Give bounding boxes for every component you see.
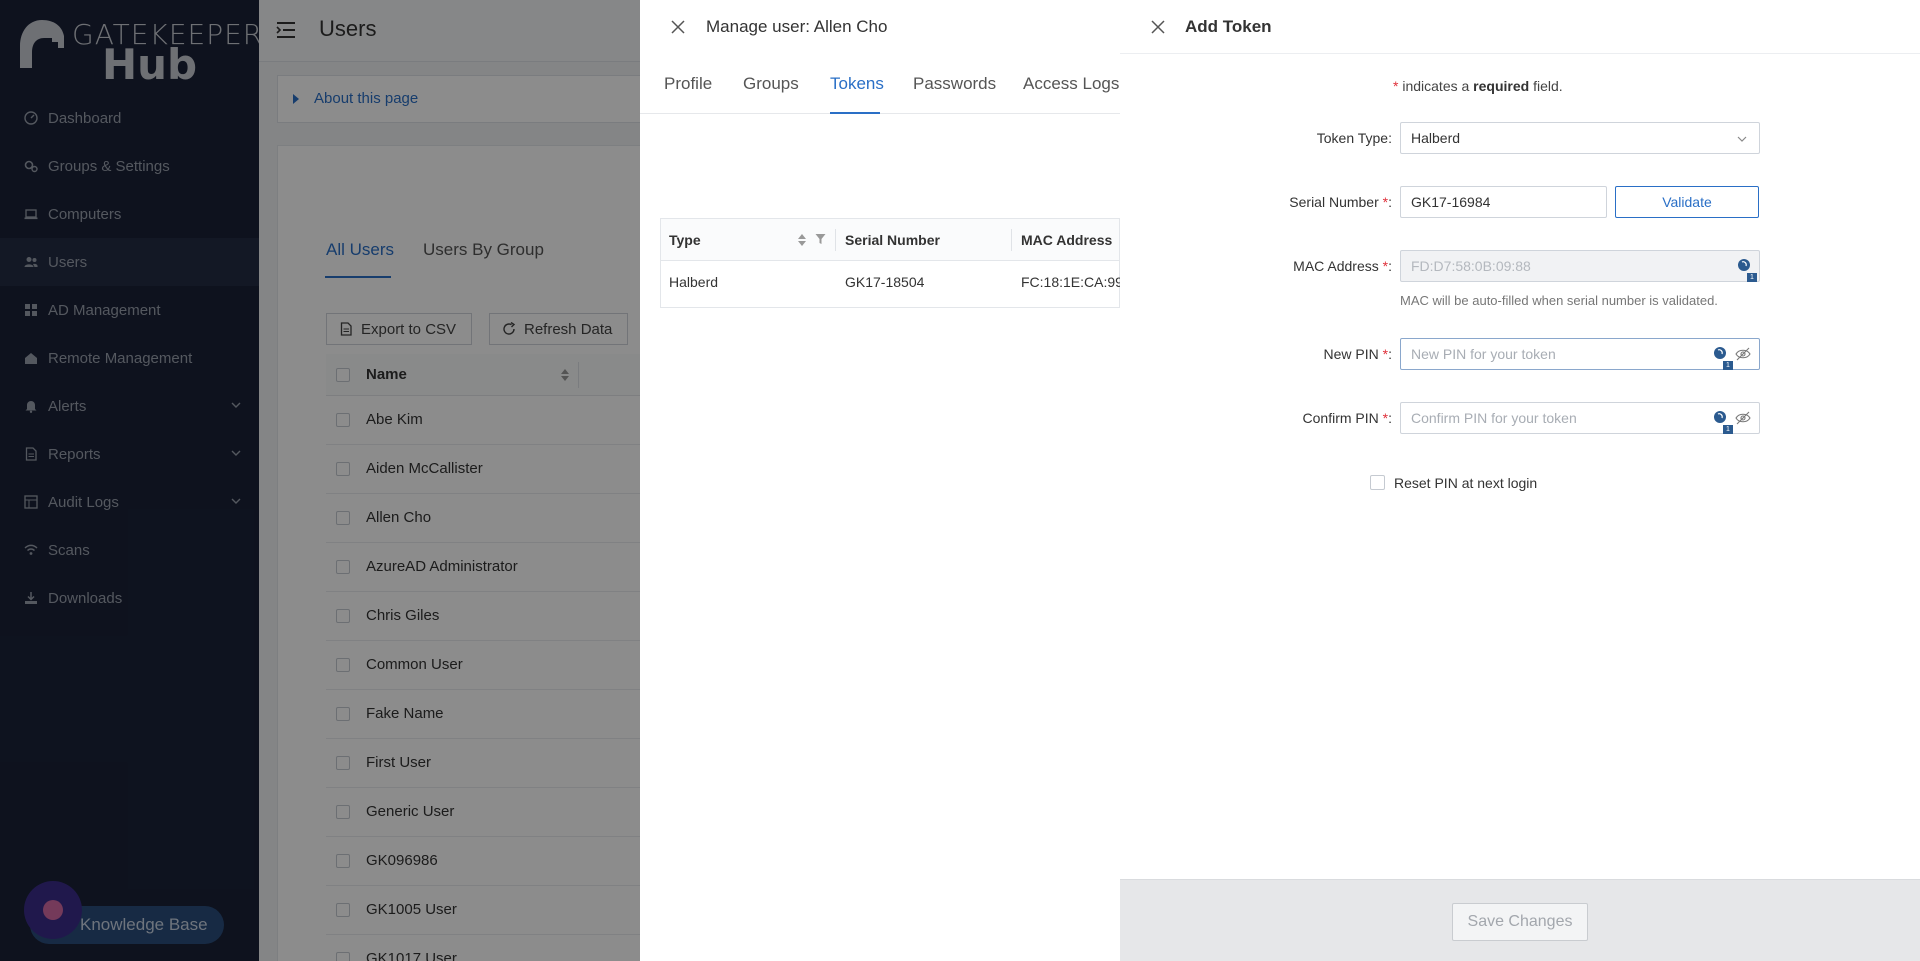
confirm-pin-placeholder: Confirm PIN for your token	[1411, 410, 1577, 426]
confirm-pin-label: Confirm PIN *:	[1302, 410, 1392, 426]
password-manager-badge: 1	[1723, 425, 1733, 434]
validate-button[interactable]: Validate	[1615, 186, 1759, 218]
tab-tokens[interactable]: Tokens	[830, 74, 884, 94]
column-header-mac[interactable]: MAC Address	[1021, 232, 1112, 248]
table-row[interactable]: Halberd GK17-18504 FC:18:1E:CA:99	[661, 261, 1123, 307]
serial-number-label: Serial Number *:	[1289, 194, 1392, 210]
tab-profile[interactable]: Profile	[664, 74, 712, 94]
mac-address-input: FD:D7:58:0B:09:88 1	[1400, 250, 1760, 282]
token-type-cell: Halberd	[669, 274, 719, 290]
chevron-down-icon	[1737, 136, 1747, 142]
reset-pin-checkbox[interactable]	[1370, 475, 1385, 490]
required-star: *	[1393, 78, 1399, 94]
mac-cell: FC:18:1E:CA:99	[1021, 274, 1123, 290]
column-divider	[835, 229, 836, 251]
tokens-table: Type Serial Number MAC Address Halberd G…	[660, 218, 1123, 308]
drawer-header: Manage user: Allen Cho	[640, 0, 1120, 54]
tab-underline	[830, 112, 880, 114]
required-note: * indicates a required field.	[1393, 78, 1563, 94]
tab-access-logs[interactable]: Access Logs	[1023, 74, 1119, 94]
reset-pin-label[interactable]: Reset PIN at next login	[1394, 475, 1537, 491]
drawer-header: Add Token	[1120, 0, 1920, 54]
password-manager-icon[interactable]	[1713, 410, 1729, 426]
serial-number-input[interactable]: GK17-16984	[1400, 186, 1607, 218]
token-type-select[interactable]: Halberd	[1400, 122, 1760, 154]
table-header: Type Serial Number MAC Address	[661, 219, 1119, 261]
close-icon[interactable]	[1150, 19, 1166, 35]
password-manager-icon[interactable]	[1713, 346, 1729, 362]
token-type-label: Token Type:	[1316, 130, 1392, 146]
confirm-pin-input[interactable]: Confirm PIN for your token 1	[1400, 402, 1760, 434]
password-manager-badge: 1	[1747, 273, 1757, 282]
serial-number-value: GK17-16984	[1411, 194, 1491, 210]
column-header-type[interactable]: Type	[669, 232, 701, 248]
manage-user-drawer: Manage user: Allen Cho Profile Groups To…	[640, 0, 1123, 961]
filter-icon[interactable]	[815, 233, 826, 245]
new-pin-input[interactable]: New PIN for your token 1	[1400, 338, 1760, 370]
tab-groups[interactable]: Groups	[743, 74, 799, 94]
password-manager-badge: 1	[1723, 361, 1733, 370]
mac-address-value: FD:D7:58:0B:09:88	[1411, 258, 1531, 274]
sort-icon[interactable]	[797, 233, 807, 247]
password-manager-icon[interactable]	[1737, 258, 1753, 274]
eye-hidden-icon[interactable]	[1735, 410, 1751, 426]
tab-passwords[interactable]: Passwords	[913, 74, 996, 94]
required-note-end: field.	[1533, 78, 1563, 94]
drawer-footer: Save Changes	[1120, 879, 1920, 961]
required-note-bold: required	[1473, 78, 1530, 94]
manage-user-title: Manage user: Allen Cho	[706, 17, 888, 36]
new-pin-label: New PIN *:	[1323, 346, 1392, 362]
manage-tabs: Profile Groups Tokens Passwords Access L…	[640, 56, 1120, 114]
column-divider	[1011, 229, 1012, 251]
token-type-value: Halberd	[1411, 130, 1461, 146]
required-note-text: indicates a	[1402, 78, 1470, 94]
serial-cell: GK17-18504	[845, 274, 925, 290]
mac-helper-text: MAC will be auto-filled when serial numb…	[1400, 293, 1718, 308]
mac-address-label: MAC Address *:	[1293, 258, 1392, 274]
eye-hidden-icon[interactable]	[1735, 346, 1751, 362]
column-header-serial[interactable]: Serial Number	[845, 232, 940, 248]
close-icon[interactable]	[670, 19, 686, 35]
save-changes-button[interactable]: Save Changes	[1452, 903, 1588, 941]
new-pin-placeholder: New PIN for your token	[1411, 346, 1556, 362]
add-token-drawer: Add Token * indicates a required field. …	[1120, 0, 1920, 961]
add-token-title: Add Token	[1185, 17, 1272, 36]
